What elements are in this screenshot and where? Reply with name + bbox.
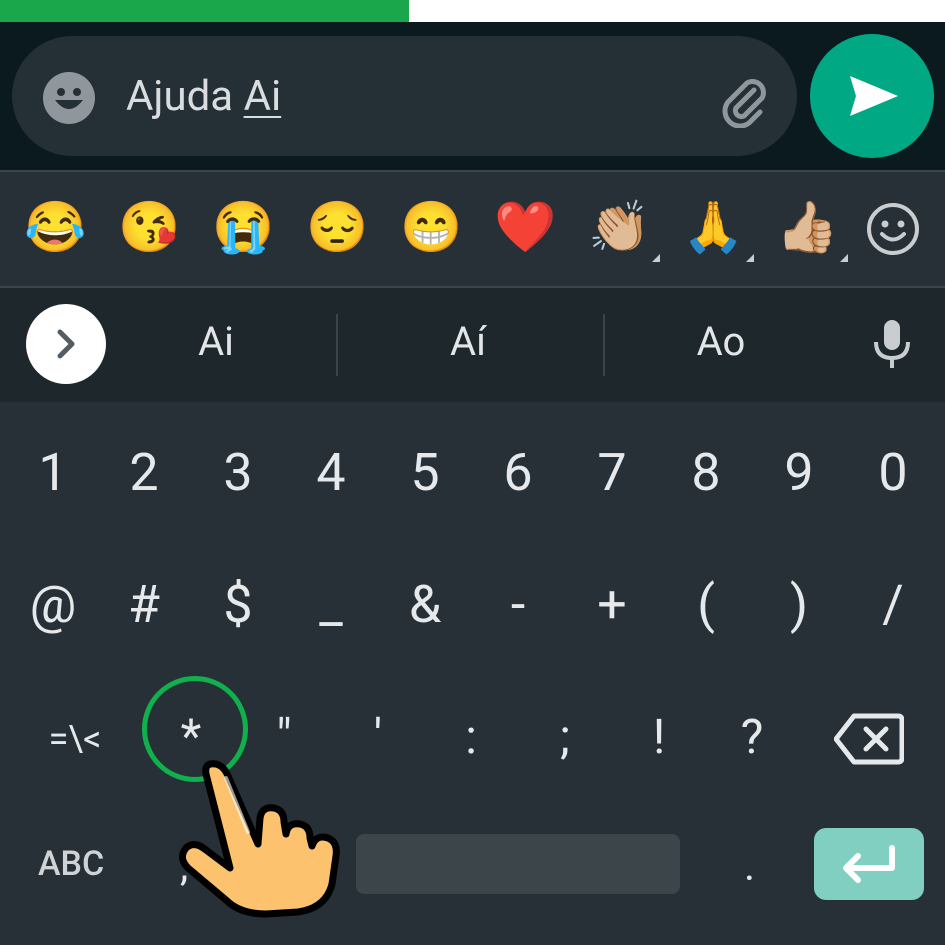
send-button[interactable] (810, 34, 934, 158)
emoji-key[interactable]: 😁 (400, 198, 462, 258)
key-slash[interactable]: / (853, 574, 933, 635)
emoji-key[interactable]: 😘 (118, 198, 180, 258)
emoji-glyph: 👍🏼 (776, 199, 839, 257)
key-0[interactable]: 0 (853, 442, 933, 503)
word-suggestion[interactable]: Ao (621, 318, 821, 365)
key-double-quote[interactable]: " (244, 708, 324, 765)
emoji-smiley-icon[interactable] (42, 71, 96, 125)
key-close-paren[interactable]: ) (759, 574, 839, 635)
key-8[interactable]: 8 (666, 442, 746, 503)
key-minus[interactable]: - (478, 574, 558, 635)
key-9[interactable]: 9 (759, 442, 839, 503)
key-1[interactable]: 1 (13, 442, 93, 503)
abc-key[interactable]: ABC (38, 844, 104, 884)
microphone-icon[interactable] (872, 318, 912, 374)
key-ampersand[interactable]: & (385, 574, 465, 635)
message-text: Ajuda Ai (126, 72, 281, 121)
key-6[interactable]: 6 (478, 442, 558, 503)
key-2[interactable]: 2 (104, 442, 184, 503)
emoji-suggestion-bar: 😂 😘 😭 😔 😁 ❤️ 👏🏼 🙏 👍🏼 (0, 170, 945, 288)
emoji-key-with-variants[interactable]: 👍🏼 (776, 198, 849, 262)
key-exclamation[interactable]: ! (619, 708, 699, 765)
emoji-key[interactable]: 😂 (24, 198, 86, 258)
word-suggestion[interactable]: Aí (368, 318, 568, 365)
pointing-hand-icon (170, 760, 370, 924)
emoji-key[interactable]: 😔 (306, 198, 368, 258)
key-5[interactable]: 5 (385, 442, 465, 503)
message-text-prefix: Ajuda (126, 72, 244, 121)
key-7[interactable]: 7 (572, 442, 652, 503)
key-single-quote[interactable]: ' (338, 708, 418, 765)
expand-toolbar-button[interactable] (26, 304, 106, 384)
message-current-word: Ai (243, 72, 282, 121)
key-3[interactable]: 3 (198, 442, 278, 503)
attachment-paperclip-icon[interactable] (714, 70, 772, 129)
key-4[interactable]: 4 (291, 442, 371, 503)
emoji-key[interactable]: 😭 (212, 198, 274, 258)
key-dollar[interactable]: $ (198, 574, 278, 635)
progress-bar (0, 0, 945, 22)
key-question[interactable]: ? (712, 708, 792, 765)
emoji-glyph: 👏🏼 (588, 199, 651, 257)
emoji-key-with-variants[interactable]: 🙏 (682, 198, 755, 262)
key-colon[interactable]: : (431, 708, 511, 765)
key-open-paren[interactable]: ( (666, 574, 746, 635)
emoji-glyph: 🙏 (682, 199, 745, 257)
emoji-keyboard-icon[interactable] (866, 202, 920, 260)
emoji-key-with-variants[interactable]: 👏🏼 (588, 198, 661, 262)
space-bar[interactable] (356, 834, 680, 894)
suggestion-divider (603, 314, 605, 376)
variant-indicator-icon (652, 254, 661, 262)
enter-arrow-icon (843, 845, 895, 883)
variant-indicator-icon (746, 254, 755, 262)
word-suggestion[interactable]: Ai (116, 318, 316, 365)
progress-fill (0, 0, 410, 22)
suggestion-divider (336, 314, 338, 376)
backspace-icon[interactable] (833, 712, 905, 770)
send-arrow-icon (850, 76, 898, 116)
emoji-key[interactable]: ❤️ (494, 198, 556, 258)
key-hash[interactable]: # (104, 574, 184, 635)
chevron-right-icon (57, 329, 75, 359)
key-semicolon[interactable]: ; (525, 708, 605, 765)
key-at[interactable]: @ (13, 574, 93, 635)
more-symbols-key[interactable]: =\< (35, 718, 115, 760)
enter-key[interactable] (814, 828, 924, 900)
variant-indicator-icon (840, 254, 849, 262)
key-period[interactable]: . (744, 842, 755, 891)
key-underscore[interactable]: _ (291, 574, 371, 635)
key-plus[interactable]: + (572, 574, 652, 635)
